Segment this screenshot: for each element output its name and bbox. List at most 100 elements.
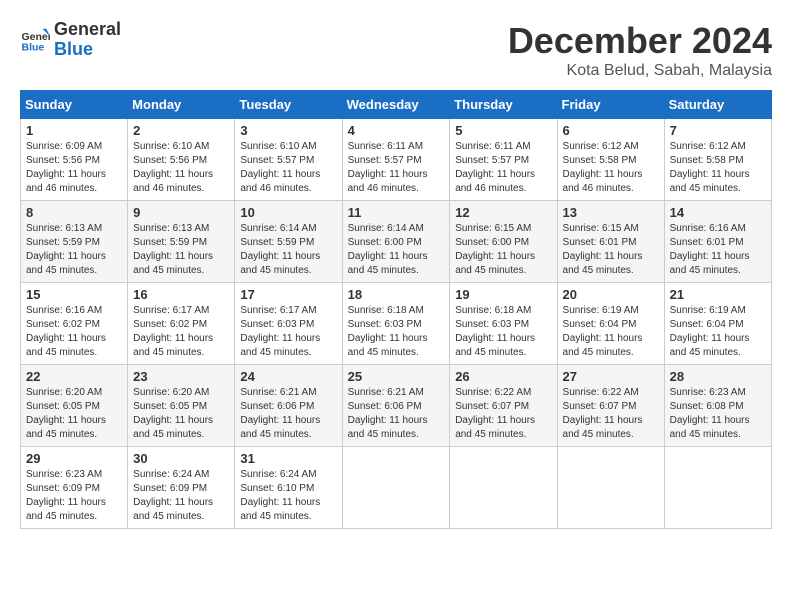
day-detail: Sunrise: 6:14 AMSunset: 6:00 PMDaylight:… xyxy=(348,223,428,276)
day-number: 12 xyxy=(455,205,551,220)
calendar-cell: 11 Sunrise: 6:14 AMSunset: 6:00 PMDaylig… xyxy=(342,201,450,283)
col-sunday: Sunday xyxy=(21,91,128,119)
col-tuesday: Tuesday xyxy=(235,91,342,119)
day-number: 11 xyxy=(348,205,445,220)
calendar-cell: 24 Sunrise: 6:21 AMSunset: 6:06 PMDaylig… xyxy=(235,365,342,447)
calendar-cell: 23 Sunrise: 6:20 AMSunset: 6:05 PMDaylig… xyxy=(128,365,235,447)
day-number: 13 xyxy=(563,205,659,220)
day-number: 27 xyxy=(563,369,659,384)
svg-text:Blue: Blue xyxy=(22,41,45,53)
calendar-week-row: 29 Sunrise: 6:23 AMSunset: 6:09 PMDaylig… xyxy=(21,447,772,529)
day-number: 7 xyxy=(670,123,766,138)
day-detail: Sunrise: 6:13 AMSunset: 5:59 PMDaylight:… xyxy=(26,223,106,276)
col-saturday: Saturday xyxy=(664,91,771,119)
location-subtitle: Kota Belud, Sabah, Malaysia xyxy=(508,62,772,80)
calendar-cell: 8 Sunrise: 6:13 AMSunset: 5:59 PMDayligh… xyxy=(21,201,128,283)
header: General Blue General Blue December 2024 … xyxy=(20,20,772,80)
calendar-cell: 3 Sunrise: 6:10 AMSunset: 5:57 PMDayligh… xyxy=(235,119,342,201)
day-detail: Sunrise: 6:19 AMSunset: 6:04 PMDaylight:… xyxy=(563,305,643,358)
day-detail: Sunrise: 6:21 AMSunset: 6:06 PMDaylight:… xyxy=(348,387,428,440)
day-detail: Sunrise: 6:24 AMSunset: 6:10 PMDaylight:… xyxy=(240,469,320,522)
day-detail: Sunrise: 6:16 AMSunset: 6:02 PMDaylight:… xyxy=(26,305,106,358)
day-detail: Sunrise: 6:12 AMSunset: 5:58 PMDaylight:… xyxy=(670,141,750,194)
day-number: 9 xyxy=(133,205,229,220)
day-detail: Sunrise: 6:13 AMSunset: 5:59 PMDaylight:… xyxy=(133,223,213,276)
day-number: 19 xyxy=(455,287,551,302)
calendar-cell: 21 Sunrise: 6:19 AMSunset: 6:04 PMDaylig… xyxy=(664,283,771,365)
day-detail: Sunrise: 6:10 AMSunset: 5:56 PMDaylight:… xyxy=(133,141,213,194)
day-detail: Sunrise: 6:23 AMSunset: 6:09 PMDaylight:… xyxy=(26,469,106,522)
calendar-week-row: 15 Sunrise: 6:16 AMSunset: 6:02 PMDaylig… xyxy=(21,283,772,365)
day-number: 23 xyxy=(133,369,229,384)
day-detail: Sunrise: 6:22 AMSunset: 6:07 PMDaylight:… xyxy=(563,387,643,440)
day-number: 14 xyxy=(670,205,766,220)
day-detail: Sunrise: 6:15 AMSunset: 6:00 PMDaylight:… xyxy=(455,223,535,276)
calendar-cell: 6 Sunrise: 6:12 AMSunset: 5:58 PMDayligh… xyxy=(557,119,664,201)
calendar-cell: 18 Sunrise: 6:18 AMSunset: 6:03 PMDaylig… xyxy=(342,283,450,365)
calendar-cell: 28 Sunrise: 6:23 AMSunset: 6:08 PMDaylig… xyxy=(664,365,771,447)
day-detail: Sunrise: 6:19 AMSunset: 6:04 PMDaylight:… xyxy=(670,305,750,358)
calendar-cell: 9 Sunrise: 6:13 AMSunset: 5:59 PMDayligh… xyxy=(128,201,235,283)
calendar-cell: 29 Sunrise: 6:23 AMSunset: 6:09 PMDaylig… xyxy=(21,447,128,529)
calendar-cell: 7 Sunrise: 6:12 AMSunset: 5:58 PMDayligh… xyxy=(664,119,771,201)
day-detail: Sunrise: 6:12 AMSunset: 5:58 PMDaylight:… xyxy=(563,141,643,194)
day-detail: Sunrise: 6:10 AMSunset: 5:57 PMDaylight:… xyxy=(240,141,320,194)
day-number: 6 xyxy=(563,123,659,138)
calendar-cell xyxy=(450,447,557,529)
day-detail: Sunrise: 6:21 AMSunset: 6:06 PMDaylight:… xyxy=(240,387,320,440)
calendar-cell: 27 Sunrise: 6:22 AMSunset: 6:07 PMDaylig… xyxy=(557,365,664,447)
day-number: 25 xyxy=(348,369,445,384)
day-number: 24 xyxy=(240,369,336,384)
calendar-cell xyxy=(342,447,450,529)
day-detail: Sunrise: 6:20 AMSunset: 6:05 PMDaylight:… xyxy=(133,387,213,440)
day-number: 26 xyxy=(455,369,551,384)
day-number: 5 xyxy=(455,123,551,138)
calendar-week-row: 8 Sunrise: 6:13 AMSunset: 5:59 PMDayligh… xyxy=(21,201,772,283)
day-number: 3 xyxy=(240,123,336,138)
day-number: 1 xyxy=(26,123,122,138)
day-number: 8 xyxy=(26,205,122,220)
day-detail: Sunrise: 6:11 AMSunset: 5:57 PMDaylight:… xyxy=(348,141,428,194)
calendar-cell: 30 Sunrise: 6:24 AMSunset: 6:09 PMDaylig… xyxy=(128,447,235,529)
calendar-cell: 4 Sunrise: 6:11 AMSunset: 5:57 PMDayligh… xyxy=(342,119,450,201)
calendar-cell: 14 Sunrise: 6:16 AMSunset: 6:01 PMDaylig… xyxy=(664,201,771,283)
day-detail: Sunrise: 6:24 AMSunset: 6:09 PMDaylight:… xyxy=(133,469,213,522)
day-number: 31 xyxy=(240,451,336,466)
calendar-cell: 13 Sunrise: 6:15 AMSunset: 6:01 PMDaylig… xyxy=(557,201,664,283)
col-thursday: Thursday xyxy=(450,91,557,119)
calendar-cell: 19 Sunrise: 6:18 AMSunset: 6:03 PMDaylig… xyxy=(450,283,557,365)
day-detail: Sunrise: 6:09 AMSunset: 5:56 PMDaylight:… xyxy=(26,141,106,194)
day-number: 22 xyxy=(26,369,122,384)
day-detail: Sunrise: 6:17 AMSunset: 6:02 PMDaylight:… xyxy=(133,305,213,358)
day-number: 20 xyxy=(563,287,659,302)
logo-text: General Blue xyxy=(54,20,121,60)
day-number: 17 xyxy=(240,287,336,302)
day-detail: Sunrise: 6:11 AMSunset: 5:57 PMDaylight:… xyxy=(455,141,535,194)
calendar-week-row: 22 Sunrise: 6:20 AMSunset: 6:05 PMDaylig… xyxy=(21,365,772,447)
month-title: December 2024 xyxy=(508,20,772,62)
day-number: 4 xyxy=(348,123,445,138)
calendar-header-row: Sunday Monday Tuesday Wednesday Thursday… xyxy=(21,91,772,119)
calendar-cell: 2 Sunrise: 6:10 AMSunset: 5:56 PMDayligh… xyxy=(128,119,235,201)
calendar-cell: 1 Sunrise: 6:09 AMSunset: 5:56 PMDayligh… xyxy=(21,119,128,201)
day-number: 16 xyxy=(133,287,229,302)
col-friday: Friday xyxy=(557,91,664,119)
day-detail: Sunrise: 6:18 AMSunset: 6:03 PMDaylight:… xyxy=(348,305,428,358)
title-area: December 2024 Kota Belud, Sabah, Malaysi… xyxy=(508,20,772,80)
day-number: 28 xyxy=(670,369,766,384)
day-number: 18 xyxy=(348,287,445,302)
day-detail: Sunrise: 6:23 AMSunset: 6:08 PMDaylight:… xyxy=(670,387,750,440)
calendar-cell: 25 Sunrise: 6:21 AMSunset: 6:06 PMDaylig… xyxy=(342,365,450,447)
calendar-week-row: 1 Sunrise: 6:09 AMSunset: 5:56 PMDayligh… xyxy=(21,119,772,201)
logo-icon: General Blue xyxy=(20,25,50,55)
calendar-cell: 15 Sunrise: 6:16 AMSunset: 6:02 PMDaylig… xyxy=(21,283,128,365)
calendar-cell: 16 Sunrise: 6:17 AMSunset: 6:02 PMDaylig… xyxy=(128,283,235,365)
logo: General Blue General Blue xyxy=(20,20,121,60)
day-number: 10 xyxy=(240,205,336,220)
calendar-cell: 22 Sunrise: 6:20 AMSunset: 6:05 PMDaylig… xyxy=(21,365,128,447)
calendar-cell xyxy=(664,447,771,529)
day-number: 21 xyxy=(670,287,766,302)
day-number: 30 xyxy=(133,451,229,466)
calendar-cell: 17 Sunrise: 6:17 AMSunset: 6:03 PMDaylig… xyxy=(235,283,342,365)
day-number: 29 xyxy=(26,451,122,466)
